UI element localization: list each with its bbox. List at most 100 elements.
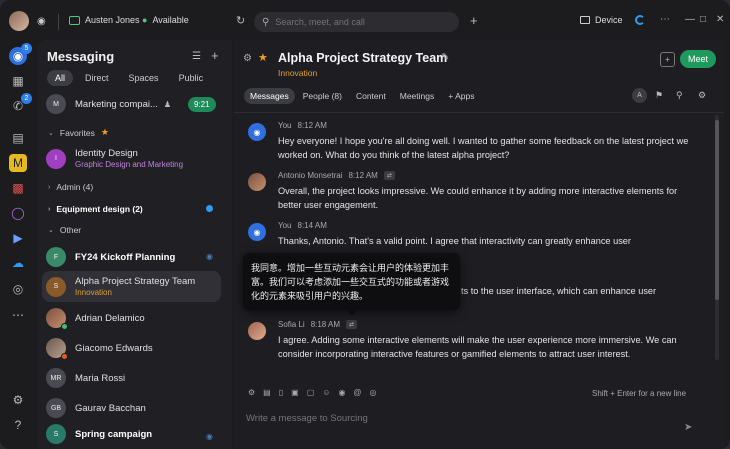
filter-pills: All Direct Spaces Public xyxy=(47,70,211,86)
list-item-gaurav[interactable]: GB Gaurav Bacchan xyxy=(46,398,232,418)
chevron-down-icon: ⌄ xyxy=(48,227,54,234)
tab-meetings[interactable]: Meetings xyxy=(394,88,441,104)
list-item-alpha-project[interactable]: S Alpha Project Strategy Team Innovation xyxy=(46,276,232,297)
meeting-time-badge[interactable]: 9:21 xyxy=(188,97,216,112)
message-author: You xyxy=(278,121,292,130)
whiteboard-app-icon[interactable]: M xyxy=(9,154,27,172)
web-app-icon[interactable]: ◎ xyxy=(9,280,27,298)
list-item-giacomo[interactable]: Giacomo Edwards xyxy=(46,338,232,360)
more-options-icon[interactable]: ⋯ xyxy=(660,14,670,25)
sync-icon[interactable] xyxy=(635,15,645,25)
calls-icon[interactable]: ✆ 2 xyxy=(9,93,32,115)
tab-messages[interactable]: Messages xyxy=(244,88,295,104)
list-item-maria[interactable]: MR Maria Rossi xyxy=(46,368,232,388)
space-settings-icon[interactable]: ⚙ xyxy=(243,53,252,64)
scrollbar-thumb[interactable] xyxy=(715,120,719,300)
new-item-plus-icon[interactable]: + xyxy=(470,13,478,28)
section-other[interactable]: ⌄ Other xyxy=(48,225,81,235)
search-input[interactable] xyxy=(275,17,436,27)
divider xyxy=(58,14,59,30)
emoji-icon[interactable]: ☺ xyxy=(322,388,330,397)
tab-people[interactable]: People (8) xyxy=(297,88,348,104)
message-time: 8:12 AM xyxy=(348,171,378,180)
folder-icon[interactable]: ▤ xyxy=(263,388,271,397)
message-author: Sofia Li xyxy=(278,320,305,329)
unread-dot xyxy=(206,205,213,212)
minimize-icon[interactable]: — xyxy=(685,14,695,25)
search-messages-icon[interactable]: ⚲ xyxy=(676,90,683,101)
list-item-name: Spring campaign xyxy=(75,428,153,440)
messaging-icon[interactable]: ◉ 5 xyxy=(9,43,32,65)
message-input[interactable] xyxy=(246,410,676,426)
status-label: Available xyxy=(152,15,189,25)
list-item-adrian[interactable]: Adrian Delamico xyxy=(46,308,232,330)
tab-content[interactable]: Content xyxy=(350,88,392,104)
attach-icon[interactable]: ▯ xyxy=(279,388,283,397)
mention-icon: ◉ xyxy=(206,432,213,441)
globe-app-icon[interactable]: ◯ xyxy=(9,204,27,222)
list-item-spring[interactable]: S Spring campaign xyxy=(46,424,232,444)
user-avatar[interactable] xyxy=(9,11,29,31)
screenshot-icon[interactable]: ▣ xyxy=(291,388,299,397)
search-bar[interactable]: ⚲ xyxy=(254,12,459,32)
self-avatar-icon: ◉ xyxy=(248,123,266,141)
filter-spaces[interactable]: Spaces xyxy=(121,70,167,86)
translation-icon[interactable]: ⇄ xyxy=(346,320,358,329)
analytics-app-icon[interactable]: ▩ xyxy=(9,179,27,197)
contacts-icon[interactable]: ▤ xyxy=(9,129,27,147)
list-item-subtitle: Innovation xyxy=(75,288,112,297)
pin-icon[interactable]: ⚑ xyxy=(655,90,663,101)
share-icon[interactable]: + xyxy=(660,52,675,67)
list-item-fy24[interactable]: F FY24 Kickoff Planning xyxy=(46,247,232,267)
message-body: Hey everyone! I hope you're all doing we… xyxy=(278,136,689,160)
filter-public[interactable]: Public xyxy=(171,70,212,86)
help-icon[interactable]: ? xyxy=(9,416,27,434)
nav-rail: ◉ 5 ▦ ✆ 2 ▤ M ▩ ◯ ▶ ☁ ◎ ⋯ ⚙ ? xyxy=(0,42,36,449)
favorite-star-icon[interactable]: ★ xyxy=(258,51,268,64)
space-gear-icon[interactable]: ⚙ xyxy=(698,90,706,101)
profile-card-icon xyxy=(69,15,80,25)
list-item-identity-design[interactable]: I Identity Design Graphic Design and Mar… xyxy=(46,148,232,169)
send-icon[interactable]: ➤ xyxy=(684,422,692,433)
list-item-name: Alpha Project Strategy Team xyxy=(75,276,196,287)
chat-icon[interactable]: ◉ xyxy=(37,16,46,27)
search-icon: ⚲ xyxy=(262,16,270,28)
presence-status[interactable]: ● Available xyxy=(142,15,189,25)
available-icon: ● xyxy=(142,15,148,25)
device-button[interactable]: Device xyxy=(580,15,623,25)
message-meta: You 8:12 AM xyxy=(278,121,327,130)
translation-icon[interactable]: ⇄ xyxy=(383,171,395,180)
calendar-icon[interactable]: ▦ xyxy=(9,72,27,90)
tab-apps[interactable]: + Apps xyxy=(442,88,480,104)
mention-icon[interactable]: @ xyxy=(353,388,361,397)
user-profile[interactable]: Austen Jones xyxy=(69,15,140,25)
reaction-icon[interactable]: ◎ xyxy=(370,388,377,397)
chevron-right-icon: › xyxy=(48,205,51,213)
translate-icon[interactable]: A xyxy=(632,88,647,103)
more-apps-icon[interactable]: ⋯ xyxy=(9,306,27,324)
avatar: M xyxy=(46,94,66,114)
edit-pencil-icon[interactable]: ✎ xyxy=(441,52,449,63)
filter-all[interactable]: All xyxy=(47,70,74,86)
message-scrollbar[interactable] xyxy=(715,115,719,360)
maximize-icon[interactable]: □ xyxy=(700,14,706,25)
section-admin[interactable]: › Admin (4) xyxy=(48,182,93,192)
meet-button[interactable]: Meet xyxy=(680,50,717,68)
section-equipment[interactable]: › Equipment design (2) xyxy=(48,204,143,214)
new-message-plus-icon[interactable]: + xyxy=(211,48,219,63)
sidebar-title: Messaging xyxy=(47,49,115,64)
settings-gear-icon[interactable]: ⚙ xyxy=(9,391,27,409)
filter-direct[interactable]: Direct xyxy=(77,70,117,86)
close-icon[interactable]: ✕ xyxy=(716,14,724,25)
play-app-icon[interactable]: ▶ xyxy=(9,229,27,247)
gif-icon[interactable]: ◉ xyxy=(338,388,345,397)
list-item-name: Giacomo Edwards xyxy=(75,342,153,354)
message-item: ◉ You 8:12 AM Hey everyone! I hope you'r… xyxy=(248,121,703,165)
cloud-app-icon[interactable]: ☁ xyxy=(9,254,27,272)
filter-icon[interactable]: ☰ xyxy=(192,51,201,62)
message-item: Antonio Monsetrai 8:12 AM ⇄ Overall, the… xyxy=(248,171,703,215)
section-favorites[interactable]: ⌄ Favorites ★ xyxy=(48,127,109,138)
image-icon[interactable]: ▢ xyxy=(307,388,315,397)
history-icon[interactable]: ↻ xyxy=(236,14,245,27)
format-icon[interactable]: ⚙ xyxy=(248,388,255,397)
